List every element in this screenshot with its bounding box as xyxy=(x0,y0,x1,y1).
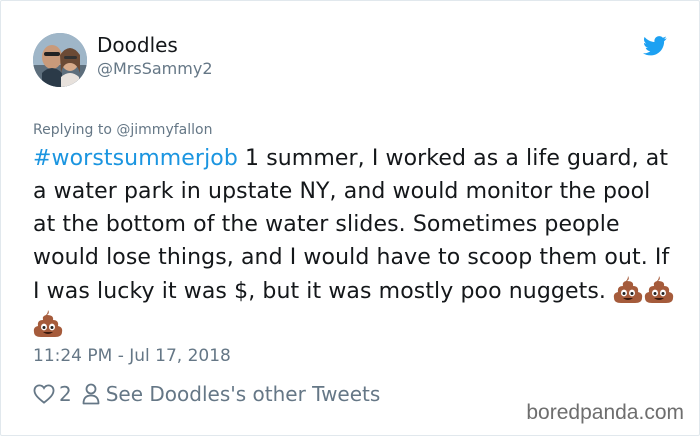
avatar[interactable] xyxy=(33,33,87,87)
other-tweets-link[interactable]: See Doodles's other Tweets xyxy=(82,382,381,406)
like-count: 2 xyxy=(59,382,72,406)
tweet-text: #worstsummerjob 1 summer, I worked as a … xyxy=(33,142,679,342)
other-tweets-label: See Doodles's other Tweets xyxy=(105,382,381,406)
twitter-bird-icon[interactable] xyxy=(643,35,667,57)
author-display-name[interactable]: Doodles xyxy=(97,33,178,57)
reply-context: Replying to @jimmyfallon xyxy=(33,121,212,139)
tweet-actions: 2 See Doodles's other Tweets xyxy=(33,381,380,407)
pile-of-poo-icon xyxy=(644,276,674,303)
tweet-card: Doodles @MrsSammy2 Replying to @jimmyfal… xyxy=(0,0,700,436)
like-button[interactable]: 2 xyxy=(33,382,72,406)
heart-icon xyxy=(33,384,55,404)
pile-of-poo-icon xyxy=(33,310,63,337)
reply-prefix: Replying to xyxy=(33,122,117,138)
tweet-timestamp[interactable]: 11:24 PM - Jul 17, 2018 xyxy=(33,345,231,367)
watermark: boredpanda.com xyxy=(526,401,684,424)
pile-of-poo-icon xyxy=(613,276,643,303)
hashtag-link[interactable]: #worstsummerjob xyxy=(33,146,238,171)
author-handle[interactable]: @MrsSammy2 xyxy=(97,59,213,79)
reply-to-link[interactable]: @jimmyfallon xyxy=(116,122,212,138)
person-icon xyxy=(82,383,100,405)
